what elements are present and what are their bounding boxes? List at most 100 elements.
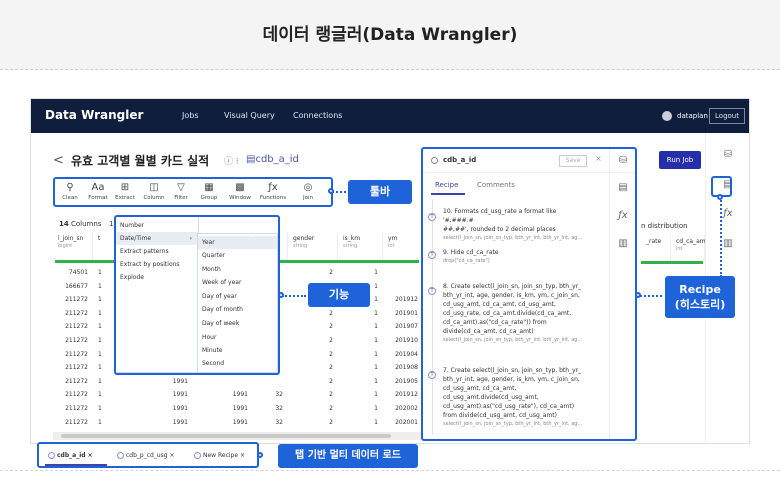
table-cell[interactable]: 1 xyxy=(338,388,383,401)
nav-visual-query[interactable]: Visual Query xyxy=(224,111,275,120)
table-cell[interactable]: 211272 xyxy=(53,361,93,374)
column-header[interactable]: cd_ca_amt int xyxy=(671,235,708,261)
table-cell[interactable]: 166677 xyxy=(53,280,93,293)
table-cell[interactable]: 1 xyxy=(338,402,383,415)
info-icon[interactable]: ⓘ ⁝ xyxy=(224,154,239,167)
table-cell[interactable]: 1 xyxy=(338,375,383,388)
tool-format[interactable]: Aa Format xyxy=(85,182,111,201)
table-cell[interactable]: 1 xyxy=(338,348,383,361)
table-cell[interactable]: 211272 xyxy=(53,375,93,388)
table-cell[interactable]: 201907 xyxy=(383,320,423,333)
tool-join[interactable]: ◎ Join xyxy=(295,182,321,201)
column-header[interactable]: l_join_sn bigint xyxy=(53,232,93,260)
recipe-step[interactable]: 7. Create select(l_join_sn, join_sn_typ,… xyxy=(443,366,583,428)
table-cell[interactable]: 1 xyxy=(93,402,133,415)
table-cell[interactable]: 2 xyxy=(288,361,338,374)
table-cell[interactable]: 1991 xyxy=(193,402,253,415)
table-cell[interactable]: 1 xyxy=(338,361,383,374)
table-cell[interactable]: 2 xyxy=(288,307,338,320)
close-icon[interactable]: × xyxy=(595,154,602,163)
table-cell[interactable]: 1 xyxy=(93,416,133,429)
table-cell[interactable]: 1 xyxy=(338,307,383,320)
table-cell[interactable]: 2 xyxy=(288,416,338,429)
table-cell[interactable]: 32 xyxy=(253,402,288,415)
table-cell[interactable]: 201908 xyxy=(383,361,423,374)
recipe-icon[interactable]: ▤ xyxy=(616,182,630,196)
table-cell[interactable]: 201912 xyxy=(383,293,423,306)
dataset-source[interactable]: ▤cdb_a_id xyxy=(246,154,299,165)
function-icon[interactable]: ƒx xyxy=(616,210,630,224)
dataset-tab[interactable]: New Recipe × xyxy=(191,449,255,463)
table-cell[interactable]: 74501 xyxy=(53,266,93,279)
table-cell[interactable]: 211272 xyxy=(53,348,93,361)
table-cell[interactable]: 202002 xyxy=(383,402,423,415)
database-icon[interactable]: ⛁ xyxy=(616,155,630,169)
table-cell[interactable]: 211272 xyxy=(53,320,93,333)
column-header[interactable]: is_km string xyxy=(338,232,383,260)
table-cell[interactable] xyxy=(383,280,423,293)
table-cell[interactable] xyxy=(193,375,253,388)
table-cell[interactable]: 201912 xyxy=(383,388,423,401)
table-cell[interactable]: 1 xyxy=(338,320,383,333)
table-cell[interactable]: 1 xyxy=(338,334,383,347)
table-cell[interactable]: 1991 xyxy=(133,375,193,388)
avatar[interactable] xyxy=(662,111,672,121)
recipe-step[interactable]: 9. Hide cd_ca_rate drop("cd_ca_rate") xyxy=(443,248,583,265)
back-icon[interactable]: < xyxy=(53,153,64,168)
table-cell[interactable] xyxy=(253,375,288,388)
chart-icon[interactable]: ▥ xyxy=(616,238,630,252)
function-icon[interactable]: ƒx xyxy=(720,208,736,224)
table-cell[interactable]: 32 xyxy=(253,416,288,429)
chart-icon[interactable]: ▥ xyxy=(720,238,736,254)
recipe-step[interactable]: 8. Create select(l_join_sn, join_sn_typ,… xyxy=(443,282,583,344)
column-header[interactable]: ym int xyxy=(383,232,423,260)
table-cell[interactable]: 1 xyxy=(93,375,133,388)
column-header[interactable]: gender string xyxy=(288,232,338,260)
table-cell[interactable]: 211272 xyxy=(53,388,93,401)
save-button[interactable]: Save xyxy=(559,155,587,167)
tab-comments[interactable]: Comments xyxy=(477,181,515,189)
table-cell[interactable]: 211272 xyxy=(53,293,93,306)
tool-column[interactable]: ◫ Column xyxy=(141,182,167,201)
table-cell[interactable]: 201904 xyxy=(383,348,423,361)
table-cell[interactable]: 1991 xyxy=(133,416,193,429)
nav-jobs[interactable]: Jobs xyxy=(182,111,199,120)
scroll-thumb[interactable] xyxy=(61,434,391,438)
tool-window[interactable]: ▩ Window xyxy=(227,182,253,201)
table-cell[interactable]: 211272 xyxy=(53,402,93,415)
table-cell[interactable]: 1991 xyxy=(193,416,253,429)
table-cell[interactable]: 2 xyxy=(288,402,338,415)
tool-group[interactable]: ▦ Group xyxy=(196,182,222,201)
table-cell[interactable]: 201901 xyxy=(383,307,423,320)
table-cell[interactable]: 2 xyxy=(288,348,338,361)
table-cell[interactable]: 211272 xyxy=(53,416,93,429)
nav-connections[interactable]: Connections xyxy=(293,111,342,120)
table-cell[interactable]: 1 xyxy=(338,266,383,279)
table-cell[interactable]: 1 xyxy=(93,388,133,401)
tool-filter[interactable]: ▽ Filter xyxy=(168,182,194,201)
table-cell[interactable]: 211272 xyxy=(53,334,93,347)
dataset-tab[interactable]: cdb_p_cd_usg × xyxy=(114,449,182,463)
table-cell[interactable]: 1 xyxy=(338,416,383,429)
table-cell[interactable]: 1991 xyxy=(133,402,193,415)
table-cell[interactable]: 201910 xyxy=(383,334,423,347)
table-cell[interactable]: 1991 xyxy=(193,388,253,401)
dataset-tab[interactable]: cdb_a_id × xyxy=(45,449,107,466)
table-cell[interactable]: 2 xyxy=(288,334,338,347)
table-cell[interactable]: 211272 xyxy=(53,307,93,320)
table-cell[interactable] xyxy=(383,266,423,279)
tool-functions[interactable]: ƒx Functions xyxy=(257,182,289,201)
table-cell[interactable]: 202001 xyxy=(383,416,423,429)
table-cell[interactable]: 201905 xyxy=(383,375,423,388)
tool-extract[interactable]: ⊞ Extract xyxy=(112,182,138,201)
table-cell[interactable]: 2 xyxy=(288,375,338,388)
recipe-step[interactable]: 10. Formats cd_usg_rate a format like '#… xyxy=(443,207,583,242)
tab-recipe[interactable]: Recipe xyxy=(435,181,458,189)
table-cell[interactable]: 2 xyxy=(288,388,338,401)
table-cell[interactable]: 2 xyxy=(288,266,338,279)
table-cell[interactable]: 32 xyxy=(253,388,288,401)
column-header[interactable]: _rate xyxy=(641,235,671,261)
run-job-button[interactable]: Run Job xyxy=(659,151,701,169)
table-cell[interactable]: 2 xyxy=(288,320,338,333)
tool-clean[interactable]: ⚲ Clean xyxy=(57,182,83,201)
